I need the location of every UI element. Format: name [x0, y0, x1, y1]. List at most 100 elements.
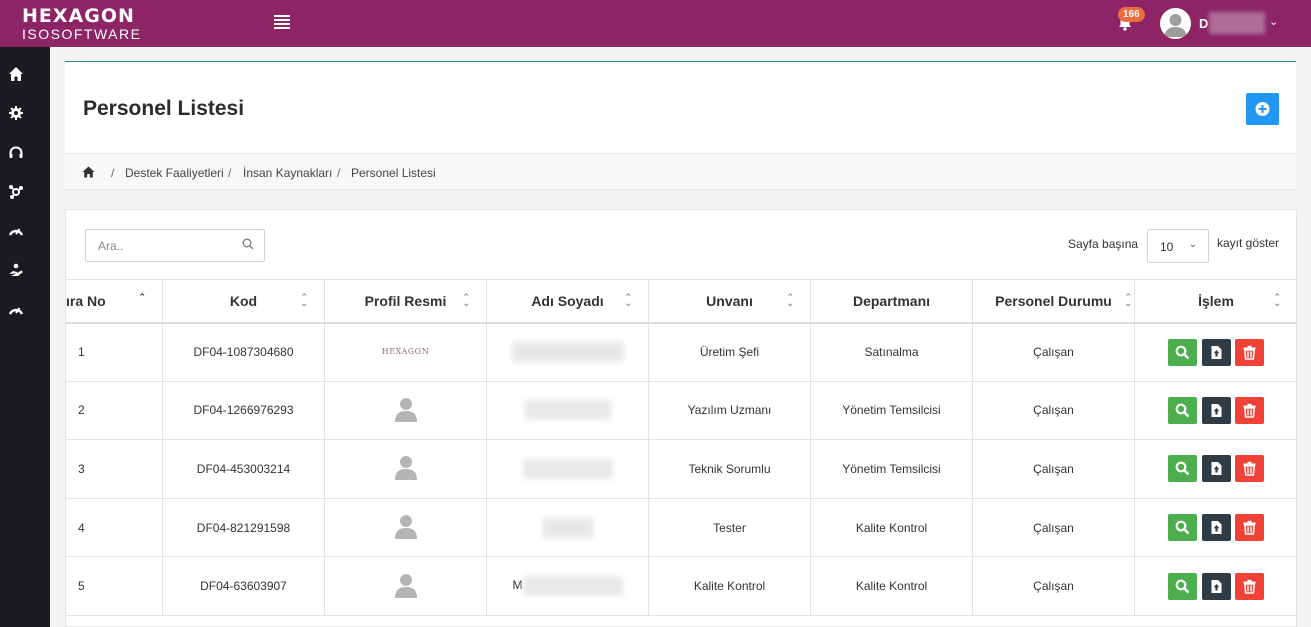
profile-logo-image: HEXAGON: [381, 347, 430, 357]
user-name-redacted: [1209, 12, 1265, 34]
view-button[interactable]: [1168, 514, 1198, 542]
breadcrumb: / Destek Faaliyetleri / İnsan Kaynakları…: [65, 153, 1296, 190]
person-name: [541, 517, 594, 538]
cell-personel-durumu: Çalışan: [972, 322, 1135, 382]
column-header-departmani[interactable]: Departmanı: [810, 279, 973, 324]
cell-adi-soyadi: [486, 322, 649, 382]
home-icon[interactable]: [82, 166, 95, 178]
person-name-redacted: [524, 400, 611, 421]
cell-kod: DF04-1266976293: [162, 380, 325, 441]
breadcrumb-item[interactable]: İnsan Kaynakları: [243, 166, 332, 180]
cell-departmani: Kalite Kontrol: [810, 497, 973, 558]
search-icon: [1175, 345, 1190, 359]
column-header-personel-durumu[interactable]: Personel Durumu ⌃ ⌄: [972, 279, 1135, 324]
page-title: Personel Listesi: [83, 97, 245, 120]
cell-profil-resmi: [324, 556, 487, 616]
view-button[interactable]: [1168, 338, 1198, 366]
cell-sira-no: 2: [66, 380, 163, 441]
delete-button[interactable]: [1234, 514, 1264, 542]
search-icon: [1175, 462, 1190, 476]
column-header-islem[interactable]: İşlem ⌃ ⌄: [1134, 279, 1296, 324]
cell-sira-no: 3: [66, 439, 163, 499]
cell-unvani: Teknik Sorumlu: [648, 439, 811, 499]
cell-islem: [1134, 322, 1296, 382]
view-button[interactable]: [1168, 455, 1198, 483]
brand-logo[interactable]: HEXAGON ISOSOFTWARE: [22, 7, 141, 42]
delete-button[interactable]: [1234, 572, 1264, 600]
chevron-down-icon: ⌄: [1188, 239, 1197, 250]
person-name: [511, 342, 624, 363]
personnel-table: ıra No ⌃ Kod ⌃ ⌄ Profil Resmi ⌃ ⌄ Adı Soyadı ⌃…: [66, 279, 1296, 616]
cell-kod: DF04-1087304680: [162, 322, 325, 382]
column-header-label: Profil Resmi: [364, 292, 447, 309]
column-header-unvani[interactable]: Unvanı ⌃ ⌄: [648, 279, 811, 324]
search-input[interactable]: [85, 229, 265, 262]
user-placeholder-icon: [394, 573, 417, 598]
gauge-icon[interactable]: [8, 223, 24, 239]
sort-icon: ⌃ ⌄: [300, 292, 308, 308]
sort-icon: ⌃ ⌄: [786, 292, 794, 308]
notification-badge[interactable]: 166: [1118, 7, 1145, 22]
cell-personel-durumu: Çalışan: [972, 380, 1135, 441]
add-personnel-button[interactable]: [1246, 93, 1279, 125]
cell-unvani: Tester: [648, 497, 811, 558]
delete-button[interactable]: [1234, 396, 1264, 424]
trash-icon: [1243, 579, 1256, 594]
column-header-kod[interactable]: Kod ⌃ ⌄: [162, 279, 325, 324]
cell-departmani: Yönetim Temsilcisi: [810, 439, 973, 499]
hand-icon[interactable]: [8, 262, 24, 278]
column-header-profil-resmi[interactable]: Profil Resmi ⌃ ⌄: [324, 279, 487, 324]
person-name: [522, 458, 613, 479]
breadcrumb-item[interactable]: Destek Faaliyetleri: [125, 166, 224, 180]
upload-file-icon: [1211, 345, 1221, 359]
user-avatar[interactable]: [1160, 8, 1191, 39]
column-header-label: Personel Durumu: [995, 292, 1112, 309]
user-placeholder-icon: [394, 515, 417, 540]
table-row: 4 DF04-821291598 Tester Kalite Kontrol Ç…: [66, 497, 1296, 558]
chevron-down-icon[interactable]: ⌄: [1269, 15, 1278, 28]
cell-islem: [1134, 439, 1296, 499]
cell-personel-durumu: Çalışan: [972, 556, 1135, 616]
user-placeholder-icon: [394, 397, 417, 422]
per-page-select[interactable]: 10 ⌄: [1147, 229, 1209, 263]
personnel-table-card: Sayfa başına 10 ⌄ kayıt göster ıra No ⌃ K…: [65, 209, 1297, 627]
network-icon[interactable]: [8, 184, 24, 200]
headset-icon[interactable]: [8, 145, 24, 161]
view-button[interactable]: [1168, 396, 1198, 424]
column-header-label: Adı Soyadı: [531, 292, 604, 309]
upload-button[interactable]: [1201, 455, 1231, 483]
delete-button[interactable]: [1234, 455, 1264, 483]
cell-unvani: Üretim Şefi: [648, 322, 811, 382]
breadcrumb-separator: /: [111, 166, 115, 180]
per-page-value: 10: [1160, 240, 1174, 254]
cell-profil-resmi: HEXAGON: [324, 322, 487, 382]
column-header-adi-soyadi[interactable]: Adı Soyadı ⌃ ⌄: [486, 279, 649, 324]
delete-button[interactable]: [1234, 338, 1264, 366]
column-header-sira-no[interactable]: ıra No ⌃: [66, 279, 163, 324]
trash-icon: [1243, 520, 1256, 535]
cell-kod: DF04-63603907: [162, 556, 325, 616]
breadcrumb-item-current: Personel Listesi: [351, 166, 436, 180]
cell-adi-soyadi: M: [486, 556, 649, 616]
search-icon: [1175, 403, 1190, 418]
menu-toggle-icon[interactable]: [274, 15, 290, 29]
view-button[interactable]: [1168, 572, 1198, 600]
user-name[interactable]: D: [1199, 16, 1208, 31]
upload-button[interactable]: [1201, 572, 1231, 600]
home-icon[interactable]: [8, 66, 24, 82]
cell-unvani: Kalite Kontrol: [648, 556, 811, 616]
per-page-suffix: kayıt göster: [1217, 236, 1280, 250]
gauge-icon[interactable]: [8, 302, 24, 318]
cell-profil-resmi: [324, 497, 487, 558]
cell-islem: [1134, 556, 1296, 616]
gear-icon[interactable]: [8, 105, 24, 121]
per-page-label: Sayfa başına: [1068, 237, 1139, 251]
cell-kod: DF04-821291598: [162, 497, 325, 558]
upload-button[interactable]: [1201, 396, 1231, 424]
table-row: 5 DF04-63603907 M Kalite Kontrol Kalite …: [66, 556, 1296, 616]
table-row: 3 DF04-453003214 Teknik Sorumlu Yönetim …: [66, 439, 1296, 499]
upload-button[interactable]: [1201, 338, 1231, 366]
sort-icon: ⌃ ⌄: [624, 292, 632, 308]
upload-button[interactable]: [1201, 514, 1231, 542]
search-icon: [242, 238, 254, 250]
